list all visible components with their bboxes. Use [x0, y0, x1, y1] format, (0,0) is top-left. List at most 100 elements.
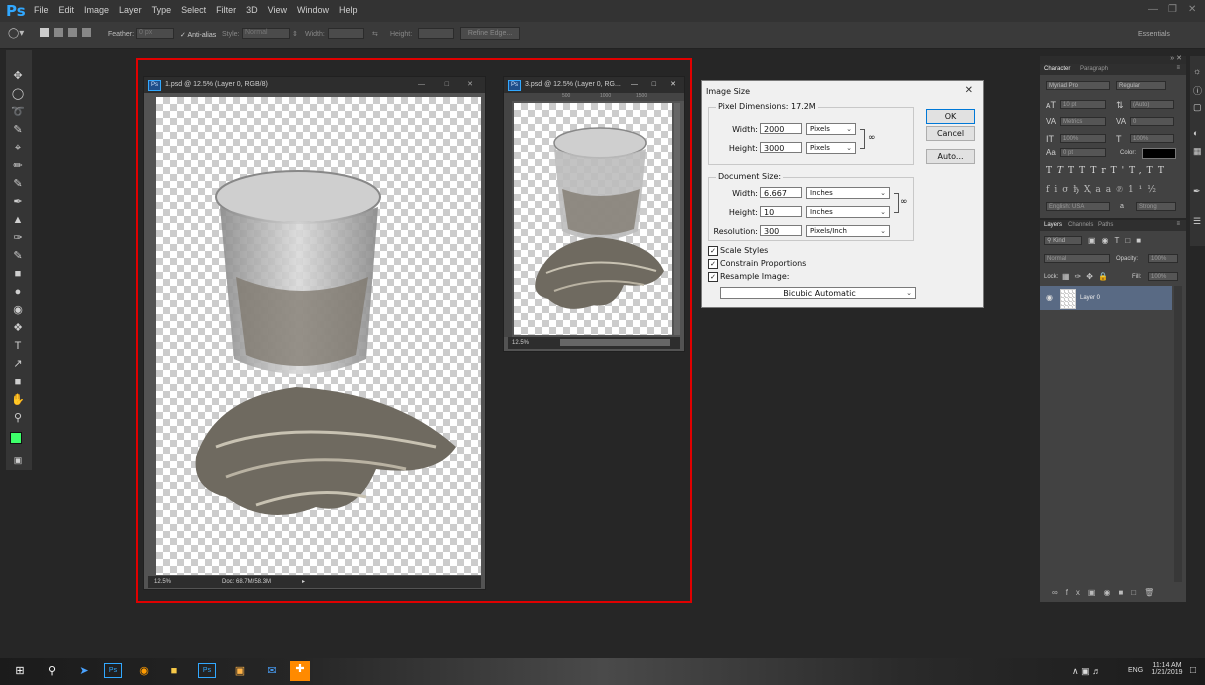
leading-input[interactable]: (Auto): [1130, 100, 1174, 109]
horizontal-scale-input[interactable]: 100%: [1130, 134, 1174, 143]
marquee-tool-icon[interactable]: ◯▾: [8, 28, 24, 39]
style-select[interactable]: Normal: [242, 28, 290, 39]
pixel-height-unit-select[interactable]: Pixels ⌄: [806, 142, 856, 154]
doc-close-icon[interactable]: ✕: [670, 77, 676, 93]
doc-height-unit-select[interactable]: Inches ⌄: [806, 206, 890, 218]
language-indicator[interactable]: ENG: [1128, 667, 1143, 674]
styles-panel-icon[interactable]: ▦: [1193, 146, 1202, 157]
doc-minimize-icon[interactable]: —: [631, 77, 638, 93]
zoom-level[interactable]: 12.5%: [154, 576, 171, 588]
adjustments-panel-icon[interactable]: ◐: [1193, 128, 1198, 138]
notification-icon[interactable]: □: [1190, 665, 1196, 676]
pixel-width-unit-select[interactable]: Pixels ⌄: [806, 123, 856, 135]
media-player-icon[interactable]: ▣: [232, 663, 248, 679]
baseline-input[interactable]: 0 pt: [1060, 148, 1106, 157]
panel-menu-icon[interactable]: ≡: [1176, 65, 1180, 71]
clock[interactable]: 11:14 AM 1/21/2019: [1148, 662, 1186, 676]
windows-start-icon[interactable]: ⊞: [12, 663, 28, 679]
layers-footer-icons[interactable]: ∞fx▣◉■□🗑: [1052, 588, 1162, 597]
doc-close-icon[interactable]: ✕: [467, 77, 473, 93]
restore-icon[interactable]: ❐: [1168, 4, 1177, 15]
menu-help[interactable]: Help: [339, 5, 358, 15]
file-explorer-icon[interactable]: ■: [166, 663, 182, 679]
menu-filter[interactable]: Filter: [216, 5, 236, 15]
tab-character[interactable]: Character: [1044, 66, 1070, 72]
swap-icon[interactable]: ⇆: [372, 30, 378, 38]
font-style-select[interactable]: Regular: [1116, 81, 1166, 90]
vertical-scale-input[interactable]: 100%: [1060, 134, 1106, 143]
pen-tool-icon[interactable]: ❖: [10, 320, 26, 336]
histogram-panel-icon[interactable]: ▢: [1193, 102, 1202, 113]
status-menu-arrow-icon[interactable]: ▸: [302, 576, 305, 588]
quick-selection-tool-icon[interactable]: ✎: [10, 122, 26, 138]
document-tab-1[interactable]: Ps 1.psd @ 12.5% (Layer 0, RGB/8) — □ ✕: [144, 77, 485, 93]
type-tool-icon[interactable]: T: [10, 338, 26, 354]
menu-edit[interactable]: Edit: [59, 5, 75, 15]
history-brush-tool-icon[interactable]: ✑: [10, 230, 26, 246]
info-panel-icon[interactable]: ⓘ: [1193, 84, 1202, 97]
layer-name[interactable]: Layer 0: [1080, 295, 1100, 301]
language-select[interactable]: English: USA: [1046, 202, 1110, 211]
doc-height-input[interactable]: 10: [760, 206, 802, 217]
eyedropper-tool-icon[interactable]: ✏: [10, 158, 26, 174]
foreground-color-swatch[interactable]: [10, 432, 22, 444]
active-app-icon[interactable]: ✚: [290, 661, 310, 681]
cancel-button[interactable]: Cancel: [926, 126, 975, 141]
tracking-select[interactable]: 0: [1130, 117, 1174, 126]
lock-icons[interactable]: ▦✑✥🔒: [1062, 272, 1113, 281]
gradient-tool-icon[interactable]: ■: [10, 266, 26, 282]
tab-paths[interactable]: Paths: [1098, 222, 1113, 228]
blur-tool-icon[interactable]: ●: [10, 284, 26, 300]
menu-type[interactable]: Type: [152, 5, 172, 15]
zoom-tool-icon[interactable]: ⚲: [10, 410, 26, 426]
collapse-panels-icon[interactable]: » ✕: [1170, 54, 1182, 62]
height-input[interactable]: [418, 28, 454, 39]
type-style-buttons[interactable]: T𝑇TTTrT'T,TT: [1046, 166, 1169, 176]
outlook-icon[interactable]: ✉: [264, 663, 280, 679]
properties-panel-icon[interactable]: ☰: [1193, 216, 1201, 227]
canvas[interactable]: [156, 97, 481, 575]
visibility-eye-icon[interactable]: ◉: [1046, 293, 1053, 302]
document-tab-2[interactable]: Ps 3.psd @ 12.5% (Layer 0, RG... — □ ✕: [504, 77, 684, 93]
marquee-tool-icon[interactable]: ◯: [10, 86, 26, 102]
search-icon[interactable]: ⚲: [44, 663, 60, 679]
feather-input[interactable]: 0 px: [136, 28, 174, 39]
hand-tool-icon[interactable]: ✋: [10, 392, 26, 408]
tab-paragraph[interactable]: Paragraph: [1080, 66, 1108, 72]
photoshop-taskbar-icon-2[interactable]: Ps: [198, 663, 216, 678]
scale-styles-checkbox[interactable]: ✓: [708, 246, 718, 256]
minimize-icon[interactable]: —: [1148, 4, 1158, 15]
resample-method-select[interactable]: Bicubic Automatic ⌄: [720, 287, 916, 299]
vertical-scrollbar[interactable]: [674, 103, 680, 335]
doc-maximize-icon[interactable]: □: [652, 77, 656, 93]
doc-width-unit-select[interactable]: Inches ⌄: [806, 187, 890, 199]
menu-3d[interactable]: 3D: [246, 5, 258, 15]
subtract-selection-icon[interactable]: [68, 28, 77, 37]
antialias-select[interactable]: Strong: [1136, 202, 1176, 211]
intersect-selection-icon[interactable]: [82, 28, 91, 37]
eraser-tool-icon[interactable]: ✎: [10, 248, 26, 264]
canvas-2[interactable]: [514, 103, 672, 335]
brush-tool-icon[interactable]: ✒: [10, 194, 26, 210]
layer-filter-icons[interactable]: ▣◉T□■: [1088, 236, 1147, 245]
menu-select[interactable]: Select: [181, 5, 206, 15]
close-icon[interactable]: ✕: [1188, 4, 1196, 15]
quick-mask-icon[interactable]: ▣: [10, 452, 26, 468]
pixel-height-input[interactable]: 3000: [760, 142, 802, 153]
brush-panel-icon[interactable]: ✒: [1193, 186, 1201, 197]
tab-layers[interactable]: Layers: [1044, 222, 1062, 228]
opentype-buttons[interactable]: fiσђҲaa℗1¹½: [1046, 184, 1161, 195]
kerning-select[interactable]: Metrics: [1060, 117, 1106, 126]
ok-button[interactable]: OK: [926, 109, 975, 124]
font-family-select[interactable]: Myriad Pro: [1046, 81, 1110, 90]
chrome-icon[interactable]: ◉: [136, 663, 152, 679]
taskbar-app-icon[interactable]: ➤: [76, 663, 92, 679]
antialias-checkbox[interactable]: ✓ Anti-alias: [180, 31, 216, 39]
font-size-input[interactable]: 10 pt: [1060, 100, 1106, 109]
resample-image-checkbox[interactable]: ✓: [708, 272, 718, 282]
workspace-switcher[interactable]: Essentials: [1138, 31, 1170, 38]
menu-image[interactable]: Image: [84, 5, 109, 15]
width-input[interactable]: [328, 28, 364, 39]
resolution-unit-select[interactable]: Pixels/Inch ⌄: [806, 225, 890, 237]
doc-minimize-icon[interactable]: —: [418, 77, 425, 93]
